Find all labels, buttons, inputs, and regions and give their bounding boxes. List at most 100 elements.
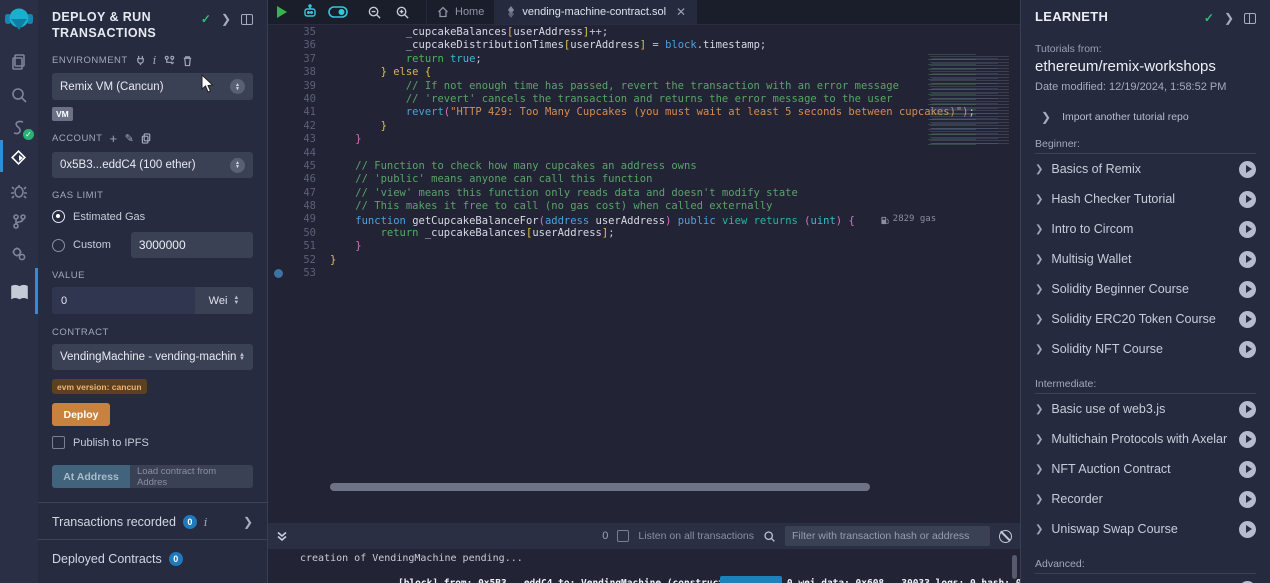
- gutter[interactable]: 53: [268, 267, 330, 280]
- pin-panel-icon[interactable]: [241, 14, 253, 25]
- gutter[interactable]: 36: [268, 39, 330, 52]
- publish-ipfs-checkbox[interactable]: [52, 436, 65, 449]
- delete-states-icon[interactable]: [182, 55, 193, 67]
- tab-vending-machine-contract[interactable]: vending-machine-contract.sol ✕: [495, 0, 697, 24]
- tutorial-item[interactable]: ❯Multichain Protocols with Axelar: [1035, 424, 1256, 454]
- file-explorer-icon[interactable]: [0, 49, 38, 75]
- tutorial-item[interactable]: ❯Recorder: [1035, 484, 1256, 514]
- tutorial-item[interactable]: ❯Solidity Beginner Course: [1035, 274, 1256, 304]
- zoom-out-icon[interactable]: [360, 0, 388, 24]
- gutter[interactable]: 51: [268, 240, 330, 253]
- custom-gas-input[interactable]: 3000000: [131, 232, 253, 258]
- gutter[interactable]: 44: [268, 147, 330, 160]
- gutter[interactable]: 41: [268, 106, 330, 119]
- transactions-recorded-header[interactable]: Transactions recorded 0 i ❯: [52, 503, 253, 539]
- start-tutorial-play-button[interactable]: [1239, 341, 1256, 358]
- transactions-info-icon[interactable]: i: [204, 516, 208, 529]
- terminal-filter-input[interactable]: Filter with transaction hash or address: [785, 526, 990, 546]
- gutter[interactable]: 43: [268, 133, 330, 146]
- gutter[interactable]: 49: [268, 213, 330, 226]
- learneth-pin-icon[interactable]: [1244, 13, 1256, 24]
- add-account-icon[interactable]: +: [109, 131, 117, 146]
- gutter[interactable]: 47: [268, 187, 330, 200]
- value-input[interactable]: 0: [52, 287, 195, 314]
- gutter[interactable]: 40: [268, 93, 330, 106]
- learneth-book-icon[interactable]: [0, 279, 38, 305]
- at-address-button[interactable]: At Address: [52, 465, 130, 488]
- start-tutorial-play-button[interactable]: [1239, 281, 1256, 298]
- run-script-button[interactable]: [268, 0, 296, 24]
- tutorial-item[interactable]: ❯Solidity NFT Course: [1035, 334, 1256, 364]
- listen-transactions-checkbox[interactable]: [617, 530, 629, 542]
- tutorial-item[interactable]: ❯Basic use of web3.js: [1035, 394, 1256, 424]
- learneth-title: LEARNETH: [1035, 9, 1108, 24]
- terminal-vscrollbar[interactable]: [1012, 555, 1017, 579]
- tutorial-item[interactable]: ❯Uniswap Swap Course: [1035, 514, 1256, 544]
- gutter[interactable]: 39: [268, 80, 330, 93]
- gutter[interactable]: 37: [268, 53, 330, 66]
- account-select[interactable]: 0x5B3...eddC4 (100 ether) ▲▼: [52, 152, 253, 178]
- terminal-search-icon[interactable]: [763, 530, 776, 543]
- tutorial-item[interactable]: ❯Intro to Circom: [1035, 214, 1256, 244]
- start-tutorial-play-button[interactable]: [1239, 191, 1256, 208]
- expand-panel-icon[interactable]: ❯: [221, 12, 231, 26]
- editor-minimap[interactable]: [922, 54, 1010, 146]
- code-editor[interactable]: 35 _cupcakeBalances[userAddress]++;36 _c…: [268, 26, 1020, 506]
- at-address-input[interactable]: Load contract from Addres: [130, 465, 253, 488]
- tutorial-item[interactable]: ❯Basics of Remix: [1035, 154, 1256, 184]
- tutorial-item[interactable]: ❯Solidity ERC20 Token Course: [1035, 304, 1256, 334]
- tutorial-item[interactable]: ❯All about Proxy Contracts: [1035, 574, 1256, 583]
- environment-select[interactable]: Remix VM (Cancun) ▲▼: [52, 73, 253, 100]
- tutorial-item[interactable]: ❯Hash Checker Tutorial: [1035, 184, 1256, 214]
- debug-button[interactable]: [720, 576, 782, 583]
- start-tutorial-play-button[interactable]: [1239, 221, 1256, 238]
- import-tutorial-repo[interactable]: ❯ Import another tutorial repo: [1035, 110, 1256, 124]
- learneth-expand-icon[interactable]: ❯: [1224, 11, 1234, 25]
- start-tutorial-play-button[interactable]: [1239, 461, 1256, 478]
- start-tutorial-play-button[interactable]: [1239, 161, 1256, 178]
- gutter[interactable]: 48: [268, 200, 330, 213]
- start-tutorial-play-button[interactable]: [1239, 431, 1256, 448]
- solidity-compiler-icon[interactable]: ✓: [0, 115, 38, 141]
- collapse-terminal-icon[interactable]: [276, 530, 288, 542]
- close-tab-icon[interactable]: ✕: [676, 5, 686, 19]
- custom-gas-radio[interactable]: [52, 239, 65, 252]
- value-unit-select[interactable]: Wei ▲▼: [195, 287, 253, 314]
- start-tutorial-play-button[interactable]: [1239, 311, 1256, 328]
- tab-home[interactable]: Home: [426, 0, 495, 24]
- gutter[interactable]: 52: [268, 254, 330, 267]
- sign-message-icon[interactable]: ✎: [125, 132, 135, 145]
- plug-icon[interactable]: [135, 55, 146, 66]
- deploy-button[interactable]: Deploy: [52, 403, 110, 426]
- gutter[interactable]: 42: [268, 120, 330, 133]
- gutter[interactable]: 45: [268, 160, 330, 173]
- transactions-expand-icon[interactable]: ❯: [243, 515, 253, 529]
- start-tutorial-play-button[interactable]: [1239, 401, 1256, 418]
- copy-account-icon[interactable]: [141, 133, 152, 144]
- start-tutorial-play-button[interactable]: [1239, 521, 1256, 538]
- deploy-run-icon[interactable]: [0, 145, 38, 171]
- search-icon[interactable]: [0, 82, 38, 108]
- gutter[interactable]: 46: [268, 173, 330, 186]
- remix-logo[interactable]: [4, 5, 34, 35]
- gutter[interactable]: 50: [268, 227, 330, 240]
- environment-info-icon[interactable]: i: [153, 54, 157, 67]
- ai-copilot-icon[interactable]: [296, 0, 324, 24]
- fork-state-icon[interactable]: [164, 55, 175, 66]
- tutorials-repo: ethereum/remix-workshops: [1035, 58, 1256, 75]
- start-tutorial-play-button[interactable]: [1239, 251, 1256, 268]
- start-tutorial-play-button[interactable]: [1239, 491, 1256, 508]
- copilot-toggle-icon[interactable]: [324, 0, 352, 24]
- gutter[interactable]: 38: [268, 66, 330, 79]
- zoom-in-icon[interactable]: [388, 0, 416, 24]
- debugger-icon[interactable]: [0, 178, 38, 204]
- tutorial-item[interactable]: ❯NFT Auction Contract: [1035, 454, 1256, 484]
- tutorial-item[interactable]: ❯Multisig Wallet: [1035, 244, 1256, 274]
- editor-hscrollbar[interactable]: [330, 483, 870, 491]
- clear-console-icon[interactable]: [999, 530, 1012, 543]
- estimated-gas-radio[interactable]: [52, 210, 65, 223]
- contract-select[interactable]: VendingMachine - vending-machin ▲▼: [52, 344, 253, 370]
- plugin-manager-icon[interactable]: [0, 241, 38, 267]
- gutter[interactable]: 35: [268, 26, 330, 39]
- git-branch-icon[interactable]: [0, 208, 38, 234]
